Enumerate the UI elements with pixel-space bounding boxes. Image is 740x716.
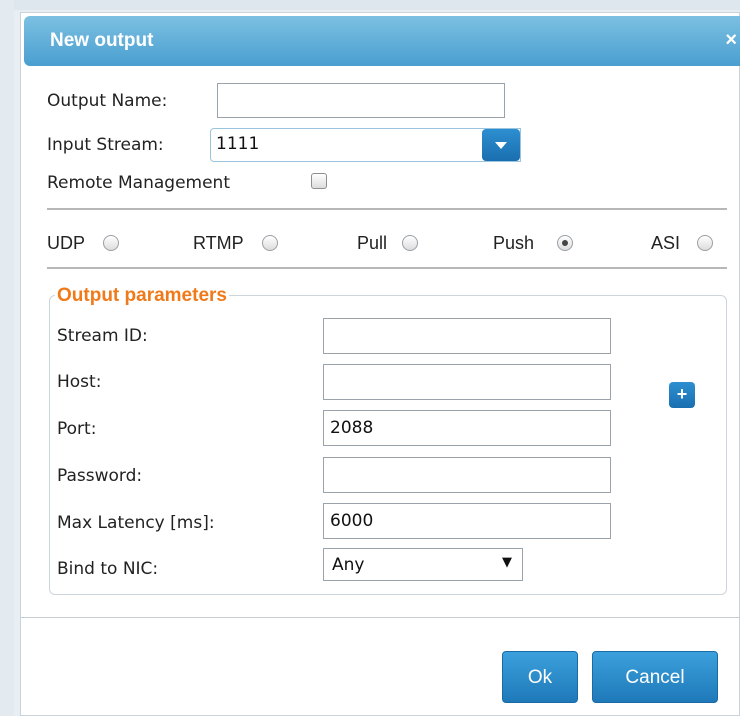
- add-host-button[interactable]: +: [669, 382, 695, 408]
- footer-divider: [21, 617, 740, 618]
- stream-id-input[interactable]: [323, 318, 611, 354]
- input-stream-value: 1111: [216, 134, 260, 154]
- radio-rtmp[interactable]: [262, 235, 278, 251]
- bind-to-nic-select[interactable]: Any ▼: [323, 548, 523, 581]
- new-output-dialog: New output × Output Name: Input Stream: …: [20, 12, 740, 716]
- dialog-titlebar: New output ×: [24, 16, 740, 66]
- port-label: Port:: [57, 419, 97, 439]
- remote-management-label: Remote Management: [47, 173, 230, 193]
- output-name-label: Output Name:: [47, 91, 168, 111]
- password-input[interactable]: [323, 457, 611, 493]
- cancel-button[interactable]: Cancel: [592, 651, 718, 703]
- plus-icon: +: [676, 384, 688, 404]
- radio-pull[interactable]: [402, 235, 418, 251]
- radio-label-udp: UDP: [47, 233, 86, 253]
- divider-top: [47, 208, 727, 210]
- close-icon[interactable]: ×: [725, 29, 737, 51]
- max-latency-input[interactable]: [323, 503, 611, 539]
- divider-bottom: [47, 267, 727, 269]
- background-edge: [0, 0, 14, 716]
- radio-udp[interactable]: [103, 235, 119, 251]
- output-name-input[interactable]: [217, 83, 505, 118]
- remote-management-checkbox[interactable]: [311, 173, 327, 189]
- chevron-down-icon: ▼: [502, 555, 512, 570]
- radio-label-push: Push: [493, 233, 535, 253]
- stream-id-label: Stream ID:: [57, 326, 148, 346]
- password-label: Password:: [57, 466, 143, 486]
- chevron-down-icon[interactable]: [482, 129, 520, 161]
- port-input[interactable]: [323, 410, 611, 446]
- dialog-title: New output: [50, 30, 154, 51]
- input-stream-label: Input Stream:: [47, 135, 164, 155]
- radio-label-asi: ASI: [651, 233, 681, 253]
- bind-to-nic-label: Bind to NIC:: [57, 559, 159, 579]
- output-parameters-legend: Output parameters: [55, 285, 229, 307]
- ok-button[interactable]: Ok: [502, 651, 578, 703]
- max-latency-label: Max Latency [ms]:: [57, 513, 215, 533]
- bind-to-nic-value: Any: [332, 555, 365, 575]
- radio-asi[interactable]: [697, 235, 713, 251]
- host-label: Host:: [57, 372, 102, 392]
- radio-label-rtmp: RTMP: [193, 233, 244, 253]
- radio-label-pull: Pull: [357, 233, 388, 253]
- radio-push[interactable]: [557, 235, 573, 251]
- host-input[interactable]: [323, 364, 611, 400]
- input-stream-select[interactable]: 1111: [210, 128, 521, 162]
- background-page: [0, 0, 740, 10]
